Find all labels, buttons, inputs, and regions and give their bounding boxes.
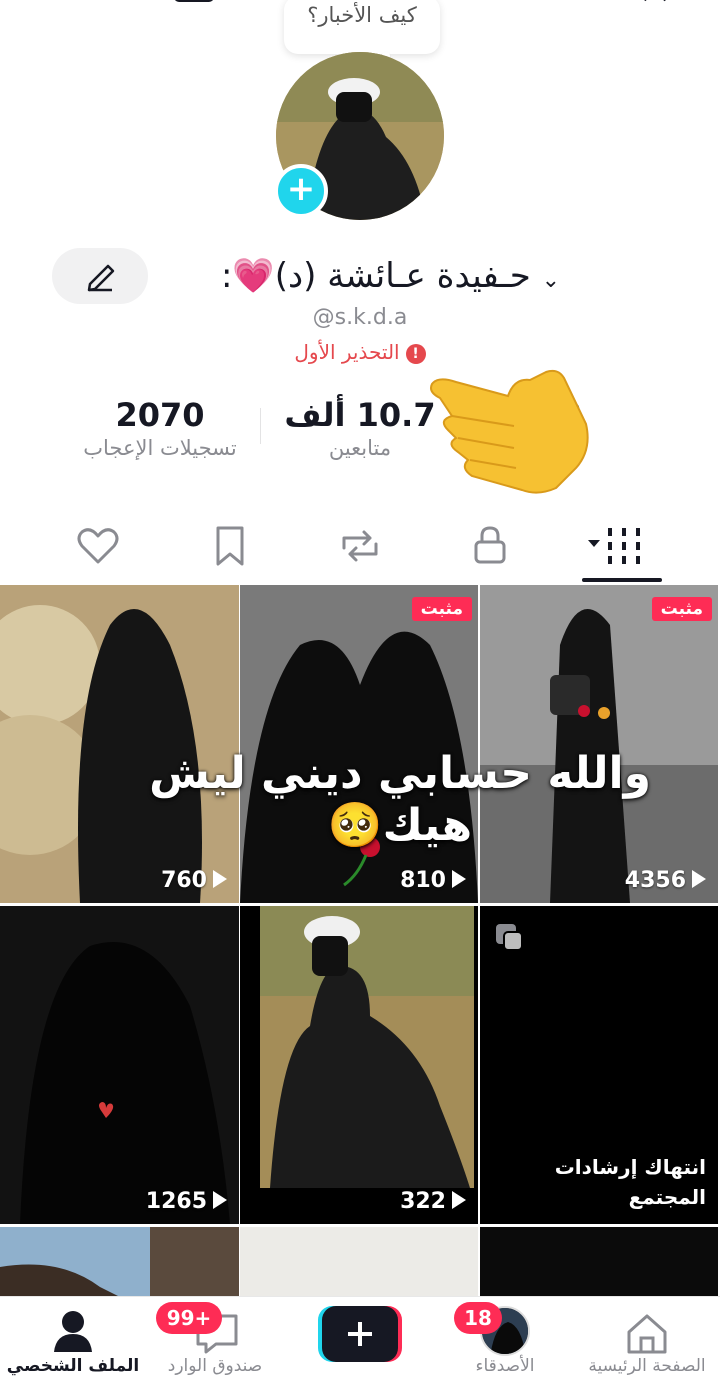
video-thumbnail-image (480, 585, 718, 903)
warning-text: التحذير الأول (294, 340, 400, 364)
bookmark-icon (216, 526, 244, 566)
repost-icon (342, 530, 378, 562)
view-count: 4356 (480, 868, 706, 893)
video-thumbnail-image (260, 906, 474, 1188)
stats-divider (260, 408, 261, 444)
active-tab-indicator (582, 578, 662, 582)
view-count: 322 (240, 1189, 466, 1214)
profile-icon (54, 1311, 92, 1352)
nav-profile-label: الملف الشخصي (6, 1356, 140, 1376)
video-thumbnail[interactable]: 1265 (0, 906, 239, 1224)
nav-inbox-label: صندوق الوارد (167, 1356, 263, 1376)
tab-liked[interactable] (72, 520, 124, 572)
pencil-icon (87, 264, 115, 292)
tab-videos[interactable] (586, 520, 646, 572)
nav-home-label: الصفحة الرئيسية (588, 1356, 706, 1376)
violation-notice: انتهاك إرشادات المجتمع (554, 1155, 706, 1209)
status-bubble[interactable]: كيف الأخبار؟ (284, 0, 440, 60)
tab-favorites[interactable] (204, 520, 256, 572)
video-thumbnail[interactable] (480, 1227, 718, 1297)
share-icon[interactable] (100, 0, 144, 16)
status-bubble-text: كيف الأخبار؟ (307, 3, 417, 27)
edit-profile-button[interactable] (52, 248, 148, 304)
video-caption-overlay: والله حسابي ديني ليش هيك🥺 (149, 748, 651, 851)
nav-friends-label: الأصدقاء (475, 1356, 535, 1376)
followers-count[interactable]: 10.7 ألف (280, 396, 440, 434)
home-icon (627, 1314, 667, 1354)
video-thumbnail[interactable]: 760 (0, 585, 239, 903)
video-thumbnail-image (0, 585, 239, 903)
followers-label: متابعين (328, 436, 392, 460)
play-icon (692, 870, 706, 888)
likes-label: تسجيلات الإعجاب (83, 436, 237, 460)
tab-private[interactable] (464, 520, 516, 572)
video-thumbnail-pinned[interactable]: مثبت 4356 (480, 585, 718, 903)
play-icon (452, 1191, 466, 1209)
nickname-chevron-icon: ⌄ (541, 268, 560, 293)
video-thumbnail[interactable] (0, 1227, 239, 1297)
view-count: 1265 (0, 1189, 227, 1214)
tab-reposts[interactable] (334, 520, 386, 572)
profile-nickname[interactable]: ⌄ حـفيدة عـائشة (د)💗: (170, 250, 560, 302)
friends-badge: 18 (454, 1302, 502, 1334)
create-button[interactable] (318, 1306, 402, 1362)
plus-icon (318, 1306, 402, 1362)
video-thumbnail-pinned[interactable]: مثبت 810 (240, 585, 478, 903)
video-thumbnail[interactable] (240, 1227, 478, 1297)
inbox-badge: 99+ (156, 1302, 222, 1334)
username: @s.k.d.a (312, 305, 408, 330)
nickname-text: حـفيدة عـائشة (د)💗: (220, 256, 531, 296)
lock-icon (474, 526, 506, 564)
pointing-hand-sticker (426, 368, 592, 494)
video-thumbnail[interactable]: 322 (240, 906, 478, 1224)
video-thumbnail-image (240, 585, 478, 903)
add-friend-icon[interactable] (642, 0, 686, 16)
menu-icon[interactable] (34, 0, 78, 16)
heart-icon (77, 528, 119, 564)
pinned-badge: مثبت (411, 597, 472, 621)
video-thumbnail-image (0, 906, 239, 1224)
multi-image-icon (496, 924, 523, 951)
warning-banner[interactable]: !التحذير الأول (240, 340, 480, 364)
video-thumbnail-image (0, 1227, 239, 1297)
view-count: 810 (240, 868, 466, 893)
play-icon (213, 1191, 227, 1209)
pinned-badge: مثبت (651, 597, 712, 621)
play-icon (452, 870, 466, 888)
grid-icon (588, 528, 640, 564)
followers-value: 10.7 ألف (284, 396, 436, 434)
add-story-icon[interactable]: + (274, 164, 328, 218)
likes-count: 2070 (115, 396, 205, 434)
bookmark-app-icon[interactable] (174, 0, 218, 16)
view-count: 760 (0, 868, 227, 893)
play-icon (213, 870, 227, 888)
warning-icon: ! (405, 343, 426, 364)
